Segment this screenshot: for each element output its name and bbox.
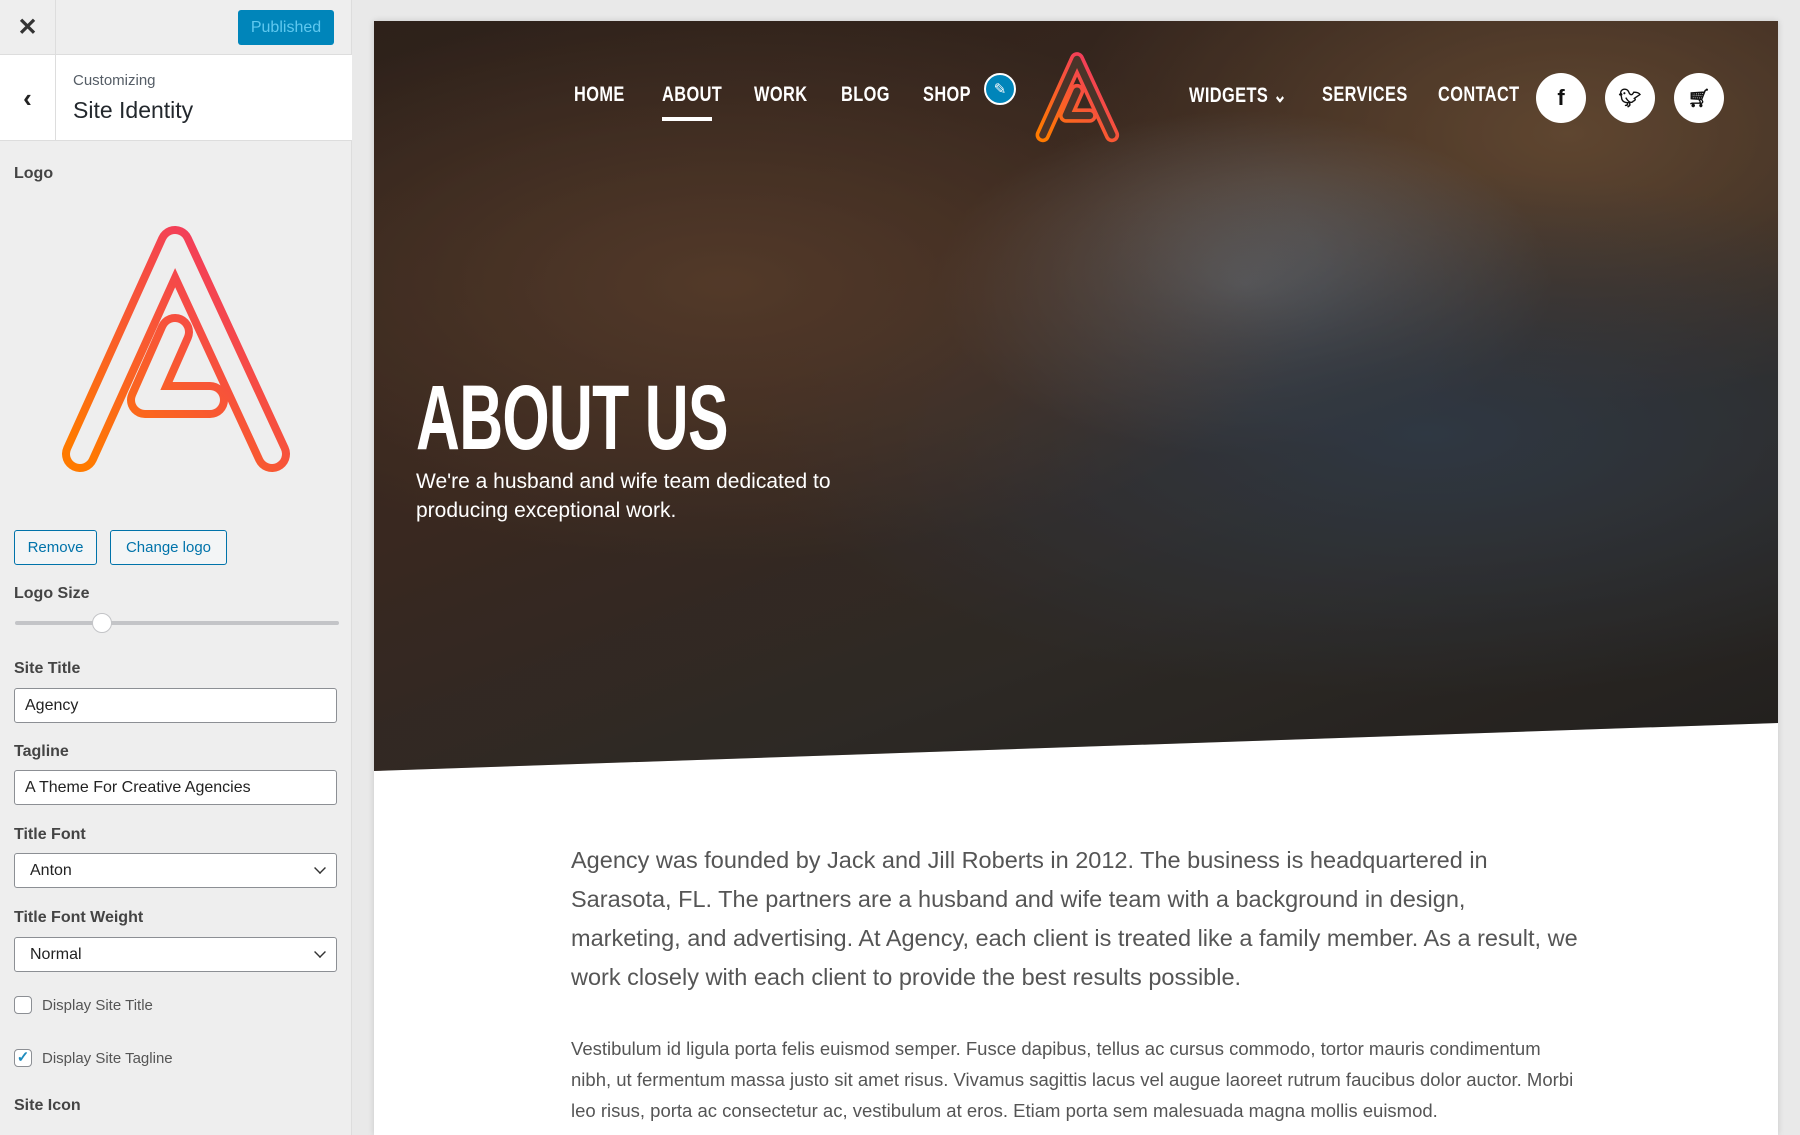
twitter-icon[interactable]: 🐦︎ <box>1605 73 1655 123</box>
nav-work[interactable]: WORK <box>754 83 807 107</box>
cart-icon[interactable]: 🛒︎ <box>1674 73 1724 123</box>
section-title: Site Identity <box>73 97 194 123</box>
display-site-tagline-checkbox[interactable]: ✓ <box>14 1049 32 1067</box>
hero-tagline: We're a husband and wife team dedicated … <box>416 470 831 522</box>
chevron-down-icon <box>314 862 326 874</box>
nav-about[interactable]: ABOUT <box>662 83 722 107</box>
close-icon[interactable]: ✕ <box>0 0 56 55</box>
logo-label: Logo <box>14 165 54 182</box>
display-site-title-checkbox[interactable] <box>14 996 32 1014</box>
site-preview: HOME ABOUT WORK BLOG SHOP ✎ WIDGETS ⌄ SE… <box>374 21 1778 1135</box>
title-font-select[interactable]: Anton <box>14 853 337 888</box>
nav-widgets-label: WIDGETS <box>1189 84 1269 107</box>
section-header: ‹ Customizing Site Identity <box>0 55 352 141</box>
site-title-label: Site Title <box>14 660 81 677</box>
customizer-topbar: ✕ Published <box>0 0 352 55</box>
facebook-icon[interactable]: f <box>1536 73 1586 123</box>
edit-pencil-icon[interactable]: ✎ <box>984 73 1016 105</box>
site-icon-label: Site Icon <box>14 1097 81 1114</box>
active-nav-indicator <box>662 117 712 121</box>
site-logo[interactable] <box>1032 51 1122 147</box>
chevron-down-icon: ⌄ <box>1273 84 1288 107</box>
publish-button[interactable]: Published <box>238 10 334 45</box>
site-title-input[interactable]: Agency <box>14 688 337 723</box>
customizer-sidebar: ✕ Published ‹ Customizing Site Identity … <box>0 0 352 1135</box>
nav-contact[interactable]: CONTACT <box>1438 83 1520 107</box>
logo-size-slider-handle[interactable] <box>92 613 113 633</box>
change-logo-button[interactable]: Change logo <box>110 530 227 565</box>
nav-shop[interactable]: SHOP <box>923 83 971 107</box>
title-font-weight-value: Normal <box>30 945 82 963</box>
title-font-label: Title Font <box>14 826 86 843</box>
nav-services[interactable]: SERVICES <box>1322 83 1408 107</box>
chevron-down-icon <box>314 946 326 958</box>
checkmark-icon: ✓ <box>16 1049 30 1066</box>
logo-size-label: Logo Size <box>14 585 90 602</box>
intro-paragraph: Agency was founded by Jack and Jill Robe… <box>571 847 1578 990</box>
body-paragraph: Vestibulum id ligula porta felis euismod… <box>571 1038 1574 1121</box>
back-chevron-icon[interactable]: ‹ <box>0 55 56 141</box>
tagline-input[interactable]: A Theme For Creative Agencies <box>14 770 337 805</box>
title-font-weight-label: Title Font Weight <box>14 909 144 926</box>
hero-title: ABOUT US <box>416 367 728 469</box>
title-font-value: Anton <box>30 861 72 879</box>
remove-logo-button[interactable]: Remove <box>14 530 97 565</box>
logo-image <box>62 226 290 472</box>
display-site-title-label: Display Site Title <box>42 997 153 1014</box>
customizing-label: Customizing <box>73 72 156 89</box>
display-site-tagline-label: Display Site Tagline <box>42 1050 173 1067</box>
logo-size-slider[interactable] <box>15 621 339 625</box>
tagline-label: Tagline <box>14 743 69 760</box>
nav-widgets[interactable]: WIDGETS ⌄ <box>1189 83 1287 108</box>
title-font-weight-select[interactable]: Normal <box>14 937 337 972</box>
nav-blog[interactable]: BLOG <box>841 83 890 107</box>
nav-home[interactable]: HOME <box>574 83 625 107</box>
